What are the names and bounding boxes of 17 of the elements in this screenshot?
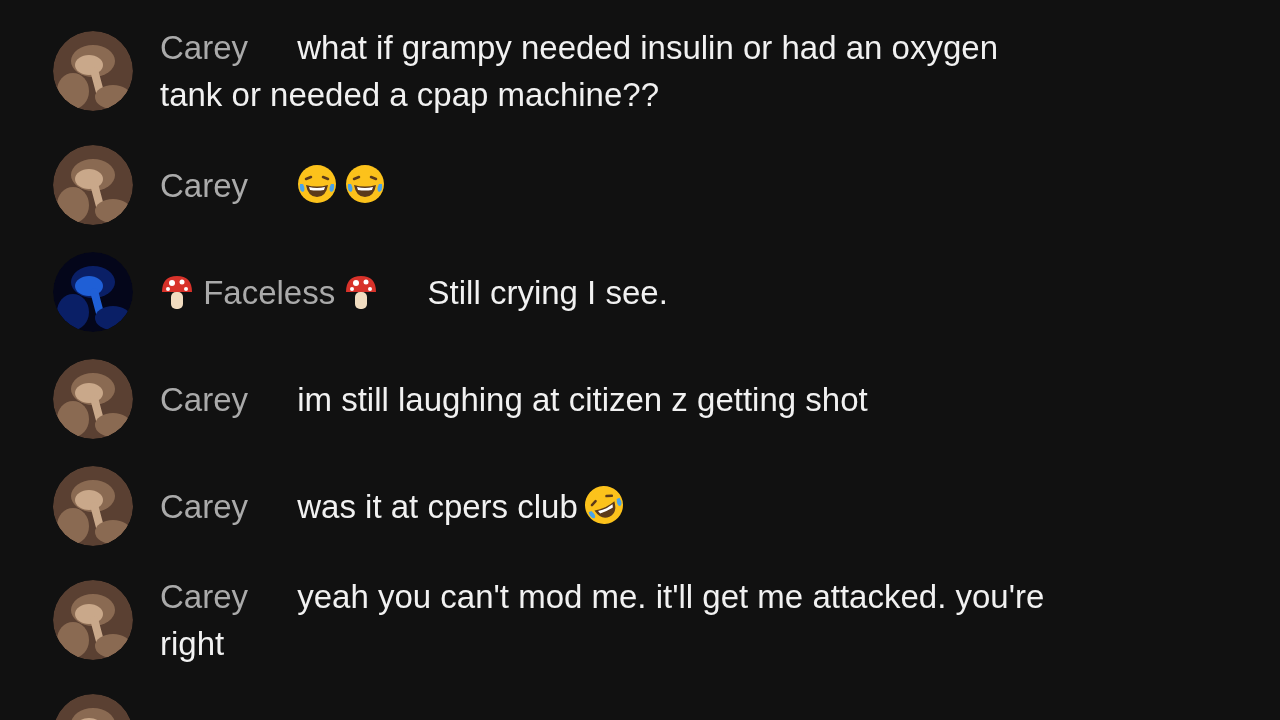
- mushroom-icon: [344, 273, 379, 310]
- message-text: right: [160, 625, 225, 662]
- message-text: yeah you can't mod me. it'll get me attacked. you're: [297, 578, 1045, 615]
- author-name[interactable]: Carey: [160, 29, 249, 66]
- message-text: im still laughing at citizen z getting shot: [297, 380, 868, 418]
- author-name[interactable]: Carey: [160, 487, 249, 525]
- message-text: was it at cpers club: [297, 487, 578, 525]
- author-name[interactable]: Faceless: [203, 273, 336, 311]
- message-text: what if grampy needed insulin or had an oxygen: [297, 29, 998, 66]
- author-name[interactable]: Carey: [160, 380, 249, 418]
- author-name[interactable]: Carey: [160, 166, 249, 204]
- message-text: tank or needed a cpap machine??: [160, 76, 660, 113]
- author-name[interactable]: Carey: [160, 578, 249, 615]
- message-text: Still crying I see.: [427, 273, 668, 311]
- mushroom-icon: [160, 273, 194, 310]
- laughing-face-icon: [297, 163, 338, 204]
- laughing-face-icon: [345, 163, 386, 204]
